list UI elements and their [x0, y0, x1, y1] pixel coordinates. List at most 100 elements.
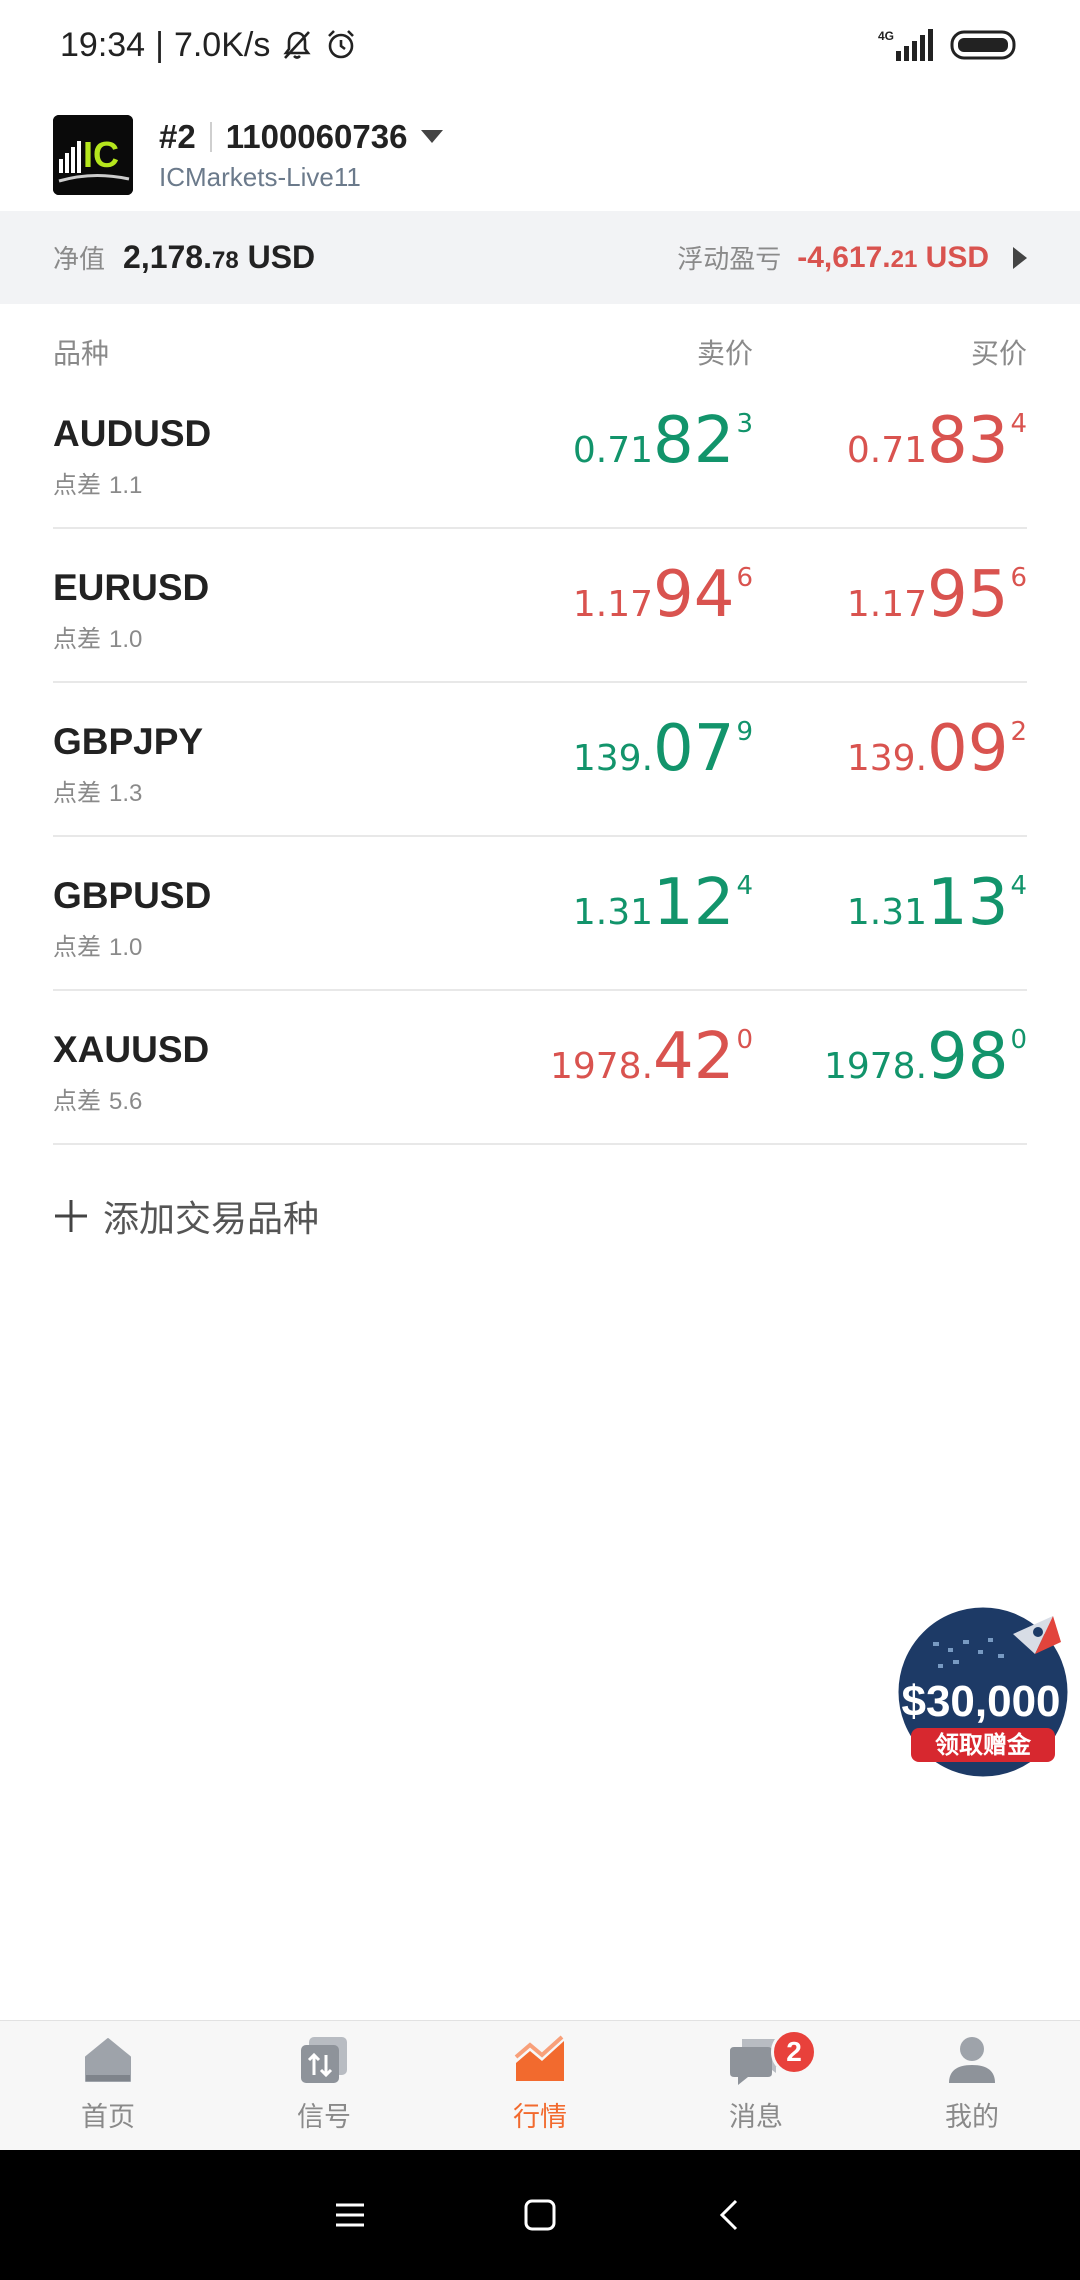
muted-bell-icon — [280, 28, 314, 62]
status-right: 4G — [876, 27, 1020, 63]
price-fraction: 2 — [1010, 717, 1027, 747]
account-index: #2 — [159, 117, 196, 155]
spread: 点差 1.1 — [53, 465, 142, 500]
price-fraction: 0 — [1010, 1025, 1027, 1055]
ask-price[interactable]: 1978.980 — [824, 1025, 1027, 1089]
nav-profile[interactable]: 我的 — [864, 2021, 1080, 2150]
unread-badge: 2 — [771, 2029, 817, 2075]
account-selector[interactable]: #2 1100060736 — [159, 117, 444, 156]
logo-text: IC — [83, 134, 119, 175]
spread-label: 点差 — [53, 1088, 101, 1115]
dropdown-caret-icon[interactable] — [421, 130, 444, 143]
price-base: 1.17 — [846, 584, 928, 625]
account-summary-bar[interactable]: 净值 2,178.78 USD 浮动盈亏 -4,617.21 USD — [0, 211, 1080, 304]
nav-label-profile: 我的 — [945, 2102, 999, 2132]
spread-value: 1.0 — [109, 934, 143, 961]
price-fraction: 4 — [1010, 409, 1027, 439]
bid-price[interactable]: 0.71823 — [573, 409, 753, 473]
quote-row[interactable]: GBPJPY 点差 1.3 139.079 139.092 — [53, 683, 1027, 837]
quote-row[interactable]: AUDUSD 点差 1.1 0.71823 0.71834 — [53, 375, 1027, 529]
spread-label: 点差 — [53, 934, 101, 961]
quote-row[interactable]: GBPUSD 点差 1.0 1.31124 1.31134 — [53, 837, 1027, 991]
broker-logo: IC — [53, 115, 133, 195]
account-header[interactable]: IC #2 1100060736 ICMarkets-Live11 — [0, 100, 1080, 210]
account-info[interactable]: #2 1100060736 ICMarkets-Live11 — [159, 117, 444, 193]
status-separator: | — [155, 25, 164, 64]
spread: 点差 1.3 — [53, 773, 142, 808]
price-pips: 13 — [927, 866, 1009, 940]
spread: 点差 1.0 — [53, 619, 142, 654]
quote-row[interactable]: EURUSD 点差 1.0 1.17946 1.17956 — [53, 529, 1027, 683]
menu-icon[interactable] — [330, 2195, 370, 2235]
nav-label-message: 消息 — [729, 2102, 783, 2132]
column-ask: 买价 — [970, 338, 1027, 369]
floating-pl-value: -4,617.21 USD — [797, 241, 989, 275]
ask-price[interactable]: 1.31134 — [847, 871, 1027, 935]
ask-price[interactable]: 139.092 — [847, 717, 1027, 781]
add-symbol-label: 添加交易品种 — [103, 1198, 320, 1239]
quote-column-header: 品种 卖价 买价 — [53, 332, 1027, 376]
symbol-name: GBPJPY — [53, 721, 204, 762]
pl-unit: USD — [917, 240, 989, 274]
symbol-name: AUDUSD — [53, 413, 212, 454]
price-pips: 83 — [927, 404, 1009, 478]
bid-price[interactable]: 1.17946 — [573, 563, 753, 627]
price-base: 1.31 — [572, 892, 654, 933]
bid-price[interactable]: 139.079 — [573, 717, 753, 781]
price-pips: 42 — [653, 1020, 735, 1094]
price-pips: 82 — [653, 404, 735, 478]
column-symbol: 品种 — [53, 338, 110, 369]
price-pips: 07 — [653, 712, 735, 786]
battery-icon — [950, 28, 1020, 62]
price-pips: 09 — [927, 712, 1009, 786]
spread-label: 点差 — [53, 780, 101, 807]
network-type-label: 4G — [878, 29, 894, 43]
floating-pl-group[interactable]: 浮动盈亏 -4,617.21 USD — [677, 239, 1027, 276]
spread-value: 5.6 — [109, 1088, 143, 1115]
pl-main: -4,617. — [797, 240, 891, 274]
quote-row[interactable]: XAUUSD 点差 5.6 1978.420 1978.980 — [53, 991, 1027, 1145]
plus-icon — [53, 1198, 103, 1234]
price-base: 1.31 — [846, 892, 928, 933]
status-left: 19:34 | 7.0K/s — [60, 26, 358, 65]
price-pips: 12 — [653, 866, 735, 940]
price-base: 1978. — [549, 1046, 654, 1087]
ask-price[interactable]: 0.71834 — [847, 409, 1027, 473]
price-fraction: 3 — [736, 409, 753, 439]
bid-price[interactable]: 1978.420 — [550, 1025, 753, 1089]
quote-list: AUDUSD 点差 1.1 0.71823 0.71834 EURUSD 点差 1.… — [53, 375, 1027, 1145]
status-speed: 7.0K/s — [173, 25, 271, 64]
symbol-name: EURUSD — [53, 567, 210, 608]
equity-decimal: 78 — [211, 247, 239, 274]
floating-pl-label: 浮动盈亏 — [677, 244, 782, 274]
spread-value: 1.3 — [109, 780, 143, 807]
bottom-nav: 首页 信号 行情 2 消息 我的 — [0, 2020, 1080, 2150]
ask-price[interactable]: 1.17956 — [847, 563, 1027, 627]
promo-amount: $30,000 — [901, 1677, 1060, 1726]
price-base: 0.71 — [846, 430, 928, 471]
profile-icon — [945, 2033, 999, 2087]
nav-signal[interactable]: 信号 — [216, 2021, 432, 2150]
spread: 点差 5.6 — [53, 1081, 142, 1116]
add-symbol-button[interactable]: 添加交易品种 — [53, 1190, 319, 1242]
bonus-promo-badge[interactable]: $30,000 领取赠金 — [893, 1602, 1073, 1782]
price-fraction: 6 — [736, 563, 753, 593]
spread-label: 点差 — [53, 472, 101, 499]
price-base: 139. — [572, 738, 654, 779]
bid-price[interactable]: 1.31124 — [573, 871, 753, 935]
price-base: 1978. — [823, 1046, 928, 1087]
nav-market[interactable]: 行情 — [432, 2021, 648, 2150]
market-chart-icon — [512, 2033, 568, 2087]
home-square-icon[interactable] — [520, 2195, 560, 2235]
expand-arrow-icon[interactable] — [1013, 246, 1027, 269]
system-nav-bar — [0, 2150, 1080, 2280]
status-time: 19:34 — [60, 25, 146, 64]
nav-message[interactable]: 2 消息 — [648, 2021, 864, 2150]
price-base: 0.71 — [572, 430, 654, 471]
nav-home[interactable]: 首页 — [0, 2021, 216, 2150]
back-icon[interactable] — [710, 2195, 750, 2235]
account-divider — [209, 121, 212, 152]
spread-label: 点差 — [53, 626, 101, 653]
price-pips: 95 — [927, 558, 1009, 632]
account-number: 1100060736 — [225, 117, 408, 155]
